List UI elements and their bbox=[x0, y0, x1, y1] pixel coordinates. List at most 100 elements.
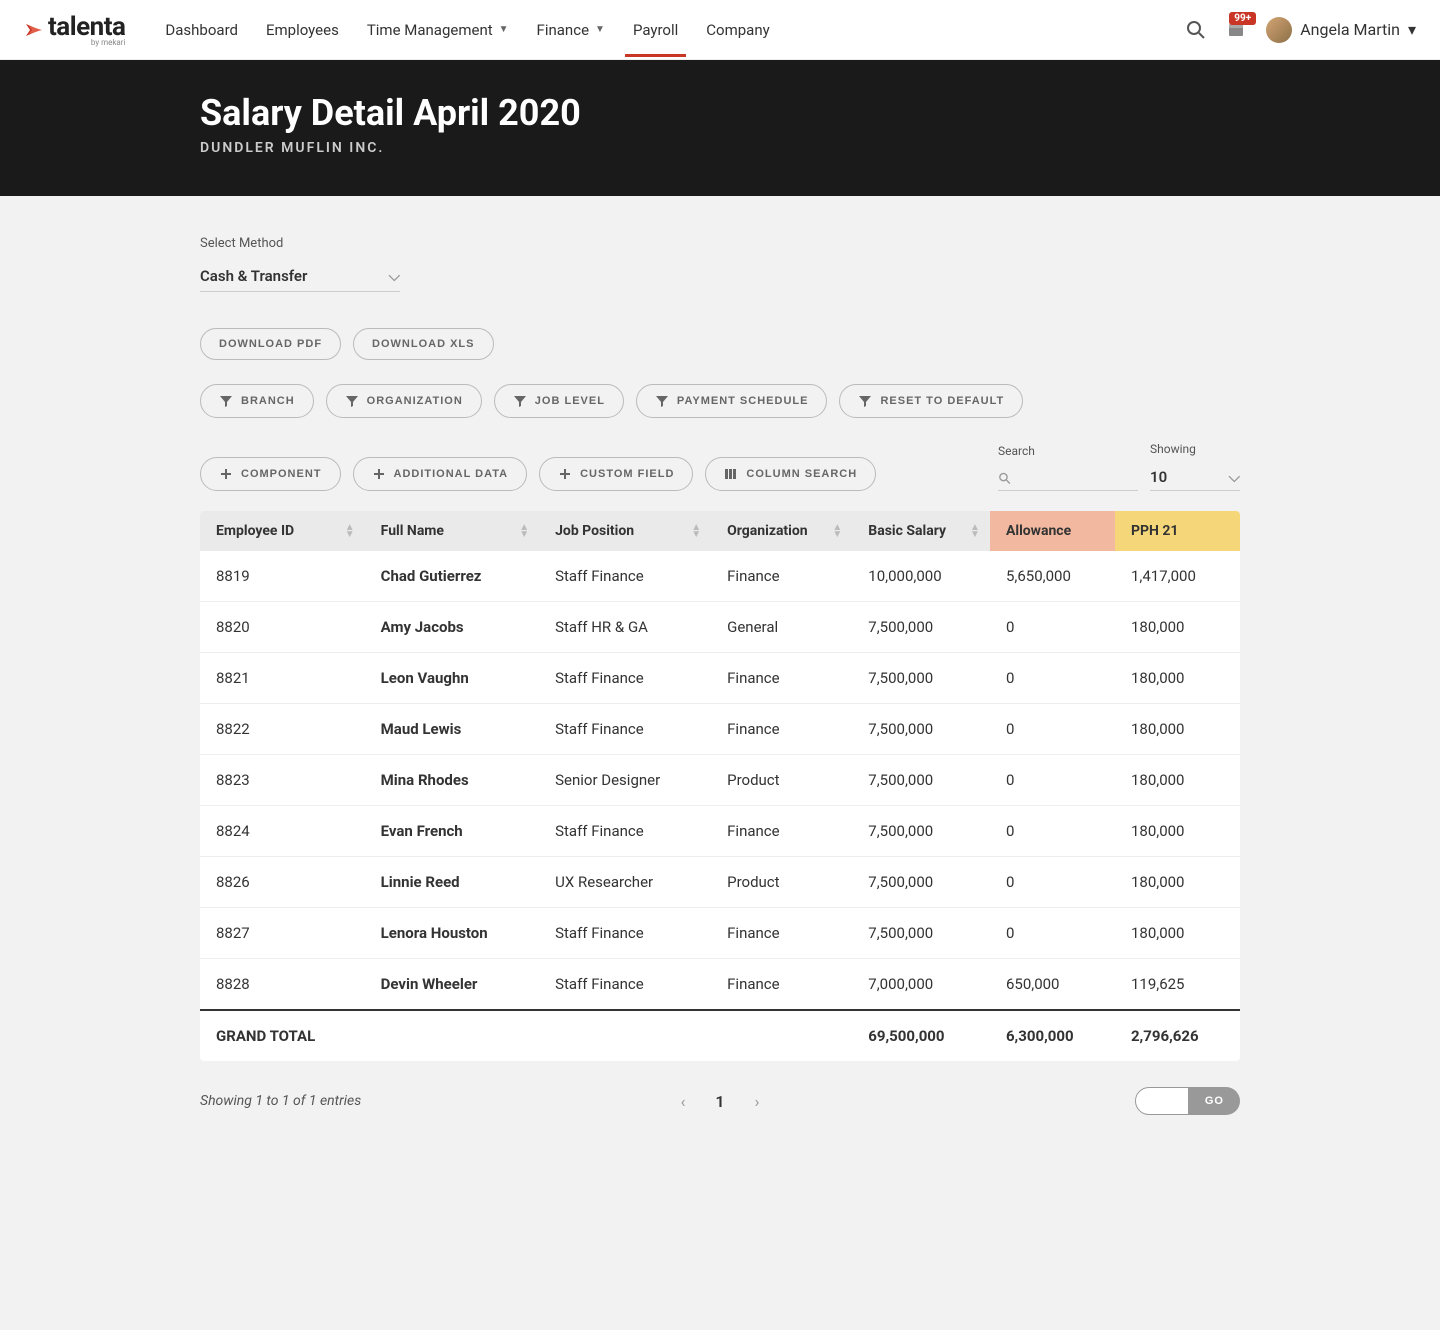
table-row[interactable]: 8826Linnie ReedUX ResearcherProduct7,500… bbox=[200, 857, 1240, 908]
select-method[interactable]: Cash & Transfer ⌵ bbox=[200, 261, 400, 292]
user-name: Angela Martin bbox=[1300, 20, 1400, 39]
cell-pph: 180,000 bbox=[1115, 653, 1240, 704]
search-group: Search bbox=[998, 444, 1138, 491]
toggle-row: COMPONENT ADDITIONAL DATA CUSTOM FIELD C… bbox=[200, 442, 1240, 491]
cell-pph: 180,000 bbox=[1115, 806, 1240, 857]
cell-organization: Product bbox=[711, 755, 852, 806]
col-pph[interactable]: PPH 21 bbox=[1115, 511, 1240, 551]
cell-position: Staff Finance bbox=[539, 806, 711, 857]
total-label: GRAND TOTAL bbox=[200, 1010, 365, 1061]
table-row[interactable]: 8824Evan FrenchStaff FinanceFinance7,500… bbox=[200, 806, 1240, 857]
cell-position: Senior Designer bbox=[539, 755, 711, 806]
table-row[interactable]: 8827Lenora HoustonStaff FinanceFinance7,… bbox=[200, 908, 1240, 959]
filter-icon bbox=[513, 394, 527, 408]
sort-icon: ▲▼ bbox=[691, 524, 701, 538]
nav-item-employees[interactable]: Employees bbox=[266, 3, 339, 57]
nav-item-payroll[interactable]: Payroll bbox=[633, 3, 678, 57]
filter-icon bbox=[345, 394, 359, 408]
columns-icon bbox=[724, 467, 738, 481]
chevron-down-icon: ▼ bbox=[499, 24, 509, 35]
filter-icon bbox=[858, 394, 872, 408]
cell-salary: 7,500,000 bbox=[852, 755, 990, 806]
cell-allowance: 0 bbox=[990, 602, 1115, 653]
cell-name: Leon Vaughn bbox=[365, 653, 539, 704]
col-job-position[interactable]: Job Position▲▼ bbox=[539, 511, 711, 551]
table-row[interactable]: 8822Maud LewisStaff FinanceFinance7,500,… bbox=[200, 704, 1240, 755]
notification-icon[interactable]: 99+ bbox=[1226, 20, 1246, 40]
next-page-button[interactable]: › bbox=[755, 1092, 760, 1111]
table-row[interactable]: 8821Leon VaughnStaff FinanceFinance7,500… bbox=[200, 653, 1240, 704]
cell-salary: 7,500,000 bbox=[852, 704, 990, 755]
search-icon[interactable] bbox=[1186, 20, 1206, 40]
cell-id: 8826 bbox=[200, 857, 365, 908]
content: Select Method Cash & Transfer ⌵ DOWNLOAD… bbox=[180, 196, 1260, 1155]
showing-label: Showing bbox=[1150, 442, 1240, 456]
go-button[interactable]: GO bbox=[1189, 1087, 1240, 1115]
component-button[interactable]: COMPONENT bbox=[200, 457, 341, 491]
cell-organization: Product bbox=[711, 857, 852, 908]
cell-organization: Finance bbox=[711, 908, 852, 959]
col-basic-salary[interactable]: Basic Salary▲▼ bbox=[852, 511, 990, 551]
nav-item-finance[interactable]: Finance▼ bbox=[537, 3, 605, 57]
pagination-nav: ‹ 1 › bbox=[681, 1092, 760, 1111]
additional-data-button[interactable]: ADDITIONAL DATA bbox=[353, 457, 528, 491]
filter-organization-button[interactable]: ORGANIZATION bbox=[326, 384, 482, 418]
pagination: Showing 1 to 1 of 1 entries ‹ 1 › GO bbox=[200, 1087, 1240, 1115]
cell-pph: 1,417,000 bbox=[1115, 551, 1240, 602]
sort-icon: ▲▼ bbox=[832, 524, 842, 538]
table-row[interactable]: 8820Amy JacobsStaff HR & GAGeneral7,500,… bbox=[200, 602, 1240, 653]
col-full-name[interactable]: Full Name▲▼ bbox=[365, 511, 539, 551]
cell-pph: 180,000 bbox=[1115, 908, 1240, 959]
nav-item-time-management[interactable]: Time Management▼ bbox=[367, 3, 509, 57]
total-pph: 2,796,626 bbox=[1115, 1010, 1240, 1061]
cell-id: 8828 bbox=[200, 959, 365, 1011]
search-input[interactable] bbox=[1011, 470, 1138, 486]
showing-group: Showing 10 ⌵ bbox=[1150, 442, 1240, 491]
cell-pph: 180,000 bbox=[1115, 704, 1240, 755]
custom-field-button[interactable]: CUSTOM FIELD bbox=[539, 457, 693, 491]
table-row[interactable]: 8819Chad GutierrezStaff FinanceFinance10… bbox=[200, 551, 1240, 602]
nav-item-dashboard[interactable]: Dashboard bbox=[165, 3, 238, 57]
page-input[interactable] bbox=[1135, 1087, 1189, 1115]
cell-allowance: 650,000 bbox=[990, 959, 1115, 1011]
brand-logo[interactable]: talenta by mekari bbox=[24, 12, 125, 47]
filter-branch-button[interactable]: BRANCH bbox=[200, 384, 314, 418]
filter-icon bbox=[655, 394, 669, 408]
cell-pph: 180,000 bbox=[1115, 602, 1240, 653]
filter-job-level-button[interactable]: JOB LEVEL bbox=[494, 384, 624, 418]
download-pdf-button[interactable]: DOWNLOAD PDF bbox=[200, 328, 341, 360]
table-row[interactable]: 8828Devin WheelerStaff FinanceFinance7,0… bbox=[200, 959, 1240, 1011]
cell-id: 8824 bbox=[200, 806, 365, 857]
col-employee-id[interactable]: Employee ID▲▼ bbox=[200, 511, 365, 551]
current-page: 1 bbox=[715, 1092, 724, 1111]
download-row: DOWNLOAD PDF DOWNLOAD XLS bbox=[200, 328, 1240, 360]
nav-item-company[interactable]: Company bbox=[706, 3, 769, 57]
reset-filters-button[interactable]: RESET TO DEFAULT bbox=[839, 384, 1023, 418]
col-allowance[interactable]: Allowance bbox=[990, 511, 1115, 551]
pagination-go: GO bbox=[1135, 1087, 1240, 1115]
cell-position: Staff Finance bbox=[539, 908, 711, 959]
chevron-down-icon: ▾ bbox=[1408, 20, 1416, 39]
prev-page-button[interactable]: ‹ bbox=[681, 1092, 686, 1111]
cell-allowance: 0 bbox=[990, 857, 1115, 908]
download-xls-button[interactable]: DOWNLOAD XLS bbox=[353, 328, 493, 360]
chevron-down-icon: ⌵ bbox=[389, 267, 400, 285]
search-icon bbox=[998, 471, 1011, 485]
cell-name: Devin Wheeler bbox=[365, 959, 539, 1011]
salary-table: Employee ID▲▼ Full Name▲▼ Job Position▲▼… bbox=[200, 511, 1240, 1061]
nav-right: 99+ Angela Martin ▾ bbox=[1186, 17, 1416, 43]
chevron-down-icon: ⌵ bbox=[1229, 468, 1240, 486]
col-organization[interactable]: Organization▲▼ bbox=[711, 511, 852, 551]
showing-value: 10 bbox=[1150, 468, 1167, 486]
cell-position: Staff Finance bbox=[539, 551, 711, 602]
table-row[interactable]: 8823Mina RhodesSenior DesignerProduct7,5… bbox=[200, 755, 1240, 806]
search-input-wrap bbox=[998, 466, 1138, 491]
column-search-button[interactable]: COLUMN SEARCH bbox=[705, 457, 876, 491]
user-menu[interactable]: Angela Martin ▾ bbox=[1266, 17, 1416, 43]
search-label: Search bbox=[998, 444, 1138, 458]
cell-salary: 10,000,000 bbox=[852, 551, 990, 602]
showing-select[interactable]: 10 ⌵ bbox=[1150, 464, 1240, 491]
cell-organization: General bbox=[711, 602, 852, 653]
cell-organization: Finance bbox=[711, 704, 852, 755]
filter-payment-schedule-button[interactable]: PAYMENT SCHEDULE bbox=[636, 384, 828, 418]
